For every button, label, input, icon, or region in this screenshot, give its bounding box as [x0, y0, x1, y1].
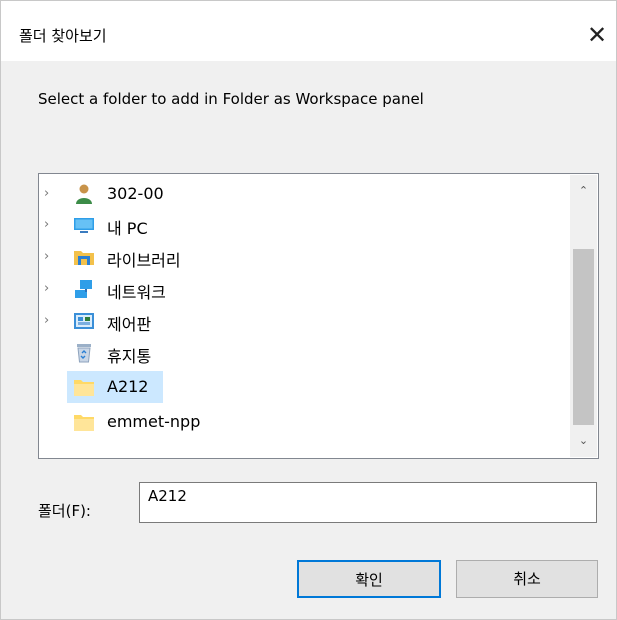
expand-chevron-icon[interactable]: › — [44, 313, 49, 328]
title-bar: 폴더 찾아보기 ✕ — [1, 1, 616, 61]
tree-item-label: 라이브러리 — [107, 251, 181, 270]
scrollbar-thumb[interactable] — [573, 249, 594, 425]
tree-item-label: 내 PC — [107, 219, 148, 238]
tree-item-label: 네트워크 — [107, 283, 166, 302]
folder-field-label: 폴더(F): — [38, 502, 91, 520]
tree-item-libraries[interactable]: › 라이브러리 — [39, 241, 567, 273]
tree-item-label: 휴지통 — [107, 347, 152, 366]
user-icon — [73, 183, 95, 205]
folder-icon — [73, 376, 95, 398]
tree-item-label: 제어판 — [107, 315, 152, 334]
tree-item-recycle-bin[interactable]: 휴지통 — [39, 337, 567, 369]
folder-tree[interactable]: › 302-00 › 내 PC › 라이브러리 › 네트워크 › 제어판 휴지통… — [38, 173, 599, 459]
control-panel-icon — [73, 310, 95, 332]
tree-item-this-pc[interactable]: › 내 PC — [39, 209, 567, 241]
tree-item-302-00[interactable]: › 302-00 — [39, 178, 567, 210]
dialog-title: 폴더 찾아보기 — [19, 27, 107, 45]
scroll-up-icon[interactable]: ⌃ — [570, 181, 597, 201]
expand-chevron-icon[interactable]: › — [44, 281, 49, 296]
tree-item-control-panel[interactable]: › 제어판 — [39, 305, 567, 337]
close-icon[interactable]: ✕ — [577, 15, 617, 55]
folder-browser-dialog: 폴더 찾아보기 ✕ Select a folder to add in Fold… — [0, 0, 617, 620]
ok-button[interactable]: 확인 — [297, 560, 441, 598]
network-icon — [73, 278, 95, 300]
scroll-down-icon[interactable]: ⌄ — [570, 431, 597, 451]
cancel-button[interactable]: 취소 — [456, 560, 598, 598]
expand-chevron-icon[interactable]: › — [44, 217, 49, 232]
instruction-text: Select a folder to add in Folder as Work… — [38, 90, 424, 108]
expand-chevron-icon[interactable]: › — [44, 186, 49, 201]
folder-name-input[interactable] — [139, 482, 597, 523]
tree-item-label: 302-00 — [107, 184, 164, 203]
vertical-scrollbar[interactable]: ⌃ ⌄ — [570, 175, 597, 457]
computer-icon — [73, 214, 95, 236]
expand-chevron-icon[interactable]: › — [44, 249, 49, 264]
tree-item-emmet-npp[interactable]: emmet-npp — [39, 406, 567, 438]
library-icon — [73, 246, 95, 268]
tree-item-label: A212 — [107, 377, 149, 396]
tree-item-network[interactable]: › 네트워크 — [39, 273, 567, 305]
recycle-bin-icon — [73, 342, 95, 364]
folder-icon — [73, 411, 95, 433]
tree-item-a212[interactable]: A212 — [39, 371, 567, 403]
tree-item-label: emmet-npp — [107, 412, 201, 431]
